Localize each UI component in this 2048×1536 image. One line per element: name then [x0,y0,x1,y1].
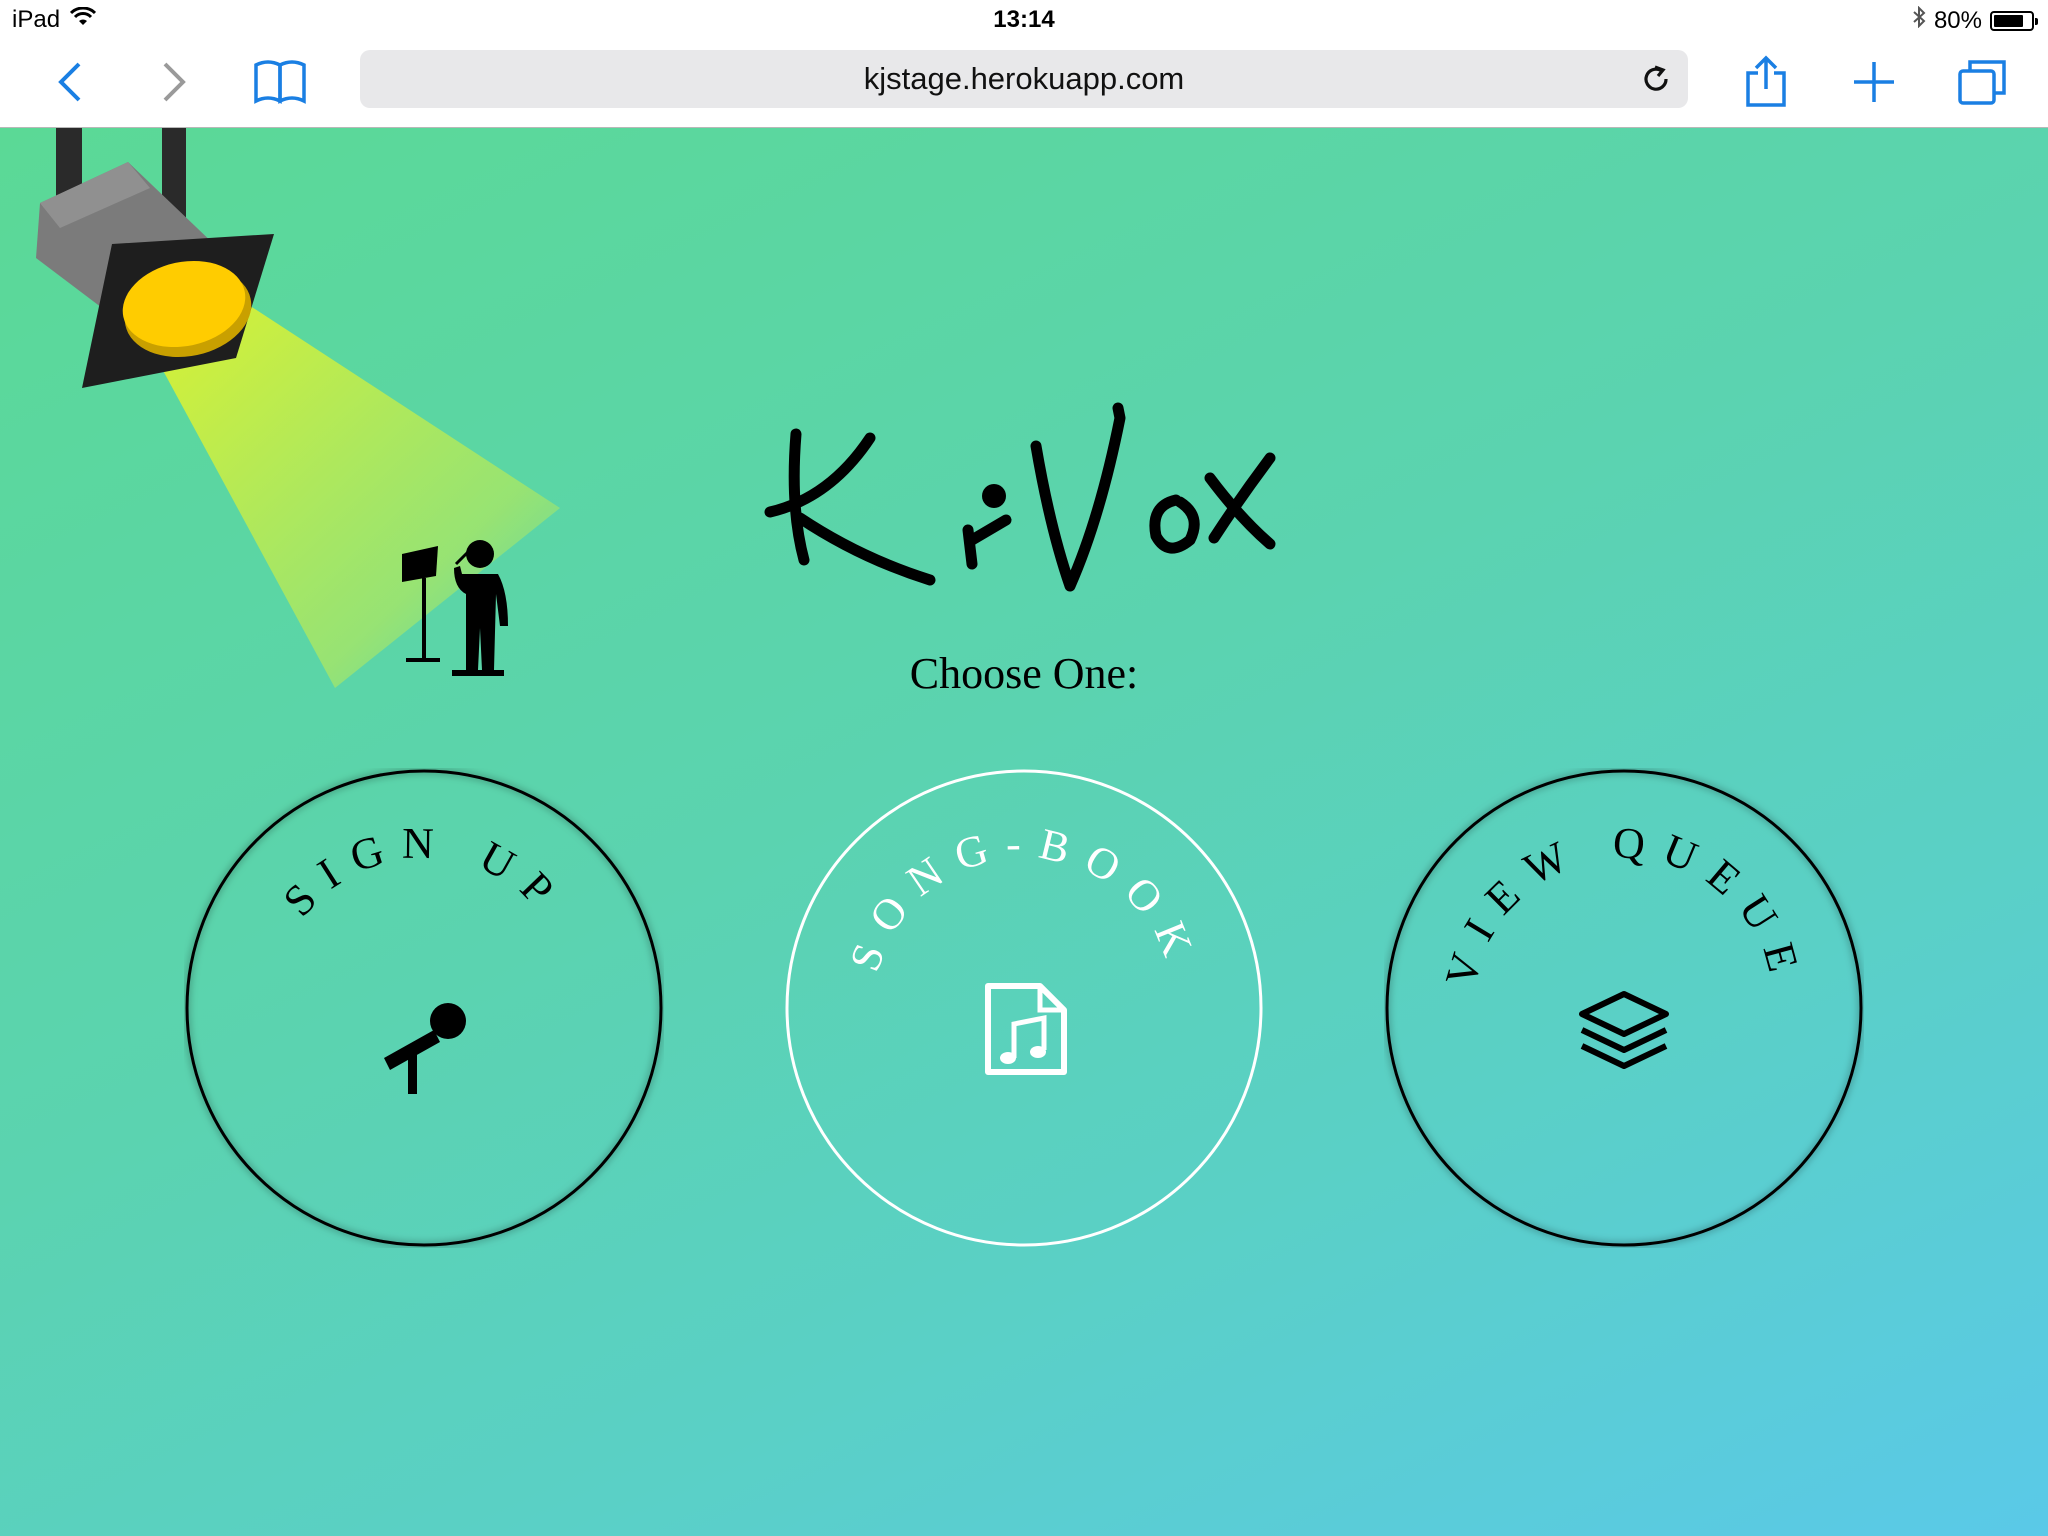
view-queue-label: VIEW QUEUE [1436,818,1812,992]
sign-up-circle: SIGN UP [185,769,663,1247]
address-bar[interactable]: kjstage.herokuapp.com [360,50,1688,108]
chevron-left-icon [58,62,81,102]
sign-up-label: SIGN UP [274,819,575,926]
forward-button[interactable] [144,52,204,112]
bookmarks-button[interactable] [250,52,310,112]
choose-label: Choose One: [909,649,1139,698]
microphone-icon [384,1003,466,1094]
battery-fill [1994,14,2023,27]
singer-icon [402,540,508,676]
tabs-icon [1958,60,2006,105]
song-book-circle: SONG-BOOK [785,769,1263,1247]
tabs-button[interactable] [1952,52,2012,112]
book-icon [254,60,306,104]
reload-button[interactable] [1636,59,1676,99]
sign-up-button[interactable]: SIGN UP [184,768,664,1248]
browser-toolbar: kjstage.herokuapp.com [0,40,2048,128]
music-file-icon [985,983,1067,1075]
song-book-label: SONG-BOOK [840,819,1208,978]
page-content: Choose One: SIGN UP SONG-BOOK VIEW QUEUE [0,128,2048,1536]
battery-percent: 80% [1933,6,1982,34]
status-time: 13:14 [993,6,1055,33]
kvox-logo [764,402,1276,592]
plus-icon [1854,62,1894,102]
battery-icon [1990,10,2038,31]
status-bar: iPad 13:14 80% [0,0,2048,40]
url-text: kjstage.herokuapp.com [863,61,1185,96]
layers-icon [1579,991,1669,1069]
bluetooth-icon [1912,5,1926,35]
back-button[interactable] [40,52,100,112]
view-queue-button[interactable]: VIEW QUEUE [1384,768,1864,1248]
share-button[interactable] [1736,52,1796,112]
chevron-right-icon [163,62,186,102]
song-book-button[interactable]: SONG-BOOK [784,768,1264,1248]
new-tab-button[interactable] [1844,52,1904,112]
share-icon [1746,55,1786,107]
reload-icon [1644,65,1668,91]
view-queue-circle: VIEW QUEUE [1385,769,1863,1247]
